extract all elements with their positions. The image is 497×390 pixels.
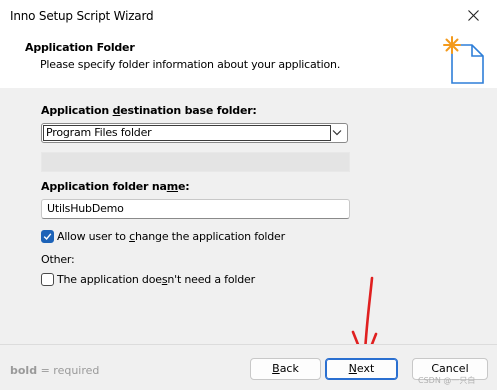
checkmark-icon xyxy=(43,233,52,241)
back-button[interactable]: Back xyxy=(250,358,321,380)
required-hint: bold = required xyxy=(10,364,100,377)
watermark: CSDN @一只白 xyxy=(418,376,476,385)
chevron-down-icon xyxy=(332,130,342,136)
other-label: Other: xyxy=(41,253,75,266)
close-icon xyxy=(468,10,479,21)
allow-change-label[interactable]: Allow user to change the application fol… xyxy=(57,230,285,243)
base-folder-label: Application destination base folder: xyxy=(41,104,257,117)
folder-name-label: Application folder name: xyxy=(41,180,190,193)
window-title: Inno Setup Script Wizard xyxy=(10,9,154,23)
custom-folder-field-disabled xyxy=(41,152,350,172)
page-description: Please specify folder information about … xyxy=(40,58,341,71)
folder-name-input[interactable]: UtilsHubDemo xyxy=(41,199,350,219)
next-button[interactable]: Next xyxy=(325,358,398,380)
page-header: Application Folder Please specify folder… xyxy=(0,32,497,88)
title-bar: Inno Setup Script Wizard xyxy=(0,0,497,32)
allow-change-checkbox[interactable] xyxy=(41,230,54,243)
base-folder-select[interactable]: Program Files folder xyxy=(41,123,348,143)
page-title: Application Folder xyxy=(25,41,135,54)
close-button[interactable] xyxy=(451,0,497,32)
wizard-document-icon xyxy=(443,36,484,84)
base-folder-selected-value: Program Files folder xyxy=(43,125,331,141)
no-folder-checkbox[interactable] xyxy=(41,273,54,286)
no-folder-label[interactable]: The application doesn't need a folder xyxy=(57,273,255,286)
